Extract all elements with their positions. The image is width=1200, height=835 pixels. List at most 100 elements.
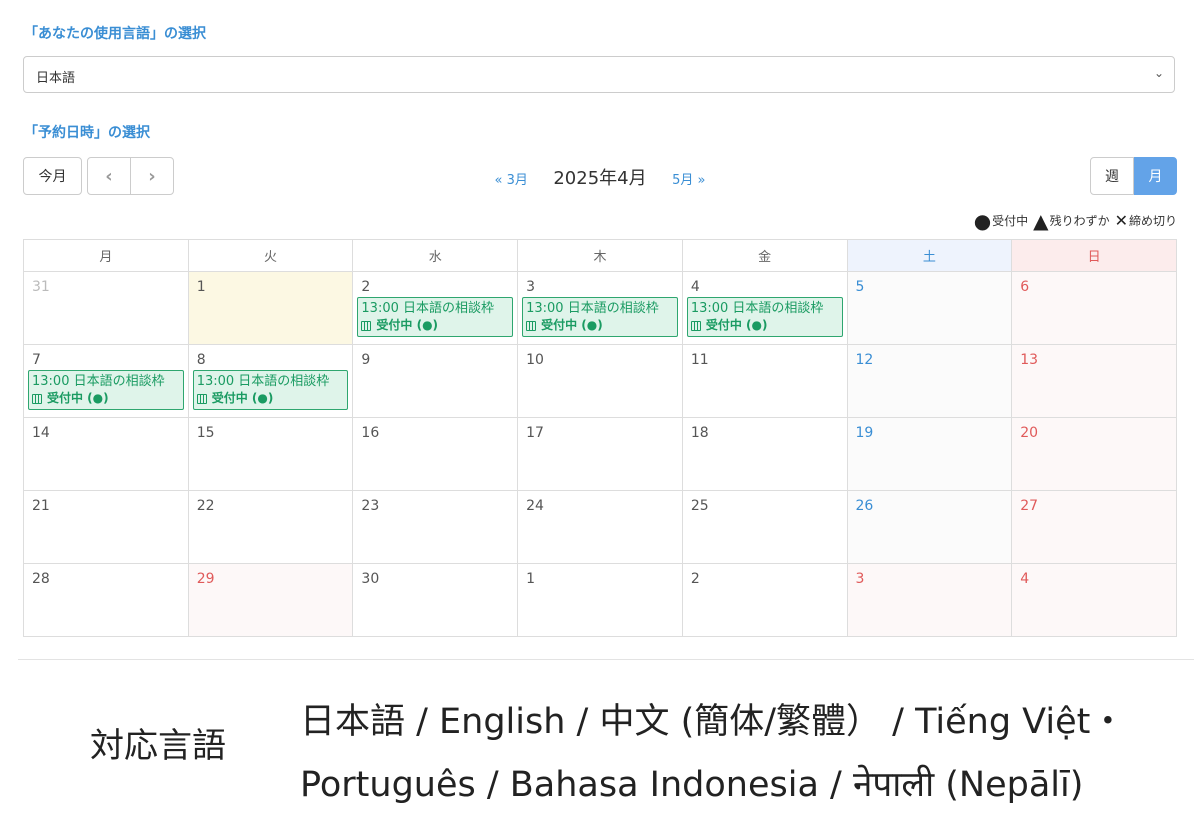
triangle-icon: ▲	[1033, 208, 1049, 233]
month-view-button[interactable]: 月	[1134, 157, 1177, 195]
day-number: 6	[1020, 279, 1030, 295]
day-number: 15	[196, 425, 215, 441]
consultation-slot-event[interactable]: 13:00 日本語の相談枠 受付中 (●)	[357, 297, 514, 337]
day-number: 4	[690, 279, 700, 295]
day-number: 22	[196, 498, 215, 514]
day-number: 16	[361, 425, 380, 441]
event-status: 受付中 (●)	[705, 318, 768, 332]
day-cell-saturday[interactable]: 12	[846, 344, 1013, 418]
day-cell-sunday[interactable]: 13	[1011, 344, 1177, 418]
consultation-slot-event[interactable]: 13:00 日本語の相談枠 受付中 (●)	[686, 297, 843, 337]
consultation-slot-event[interactable]: 13:00 日本語の相談枠 受付中 (●)	[522, 297, 678, 337]
day-cell-today[interactable]: 1	[187, 271, 354, 345]
chevron-down-icon: ⌄	[1153, 66, 1164, 80]
legend-label-open: 受付中	[992, 214, 1029, 228]
day-cell[interactable]: 9	[352, 344, 519, 418]
day-number: 13	[1020, 352, 1039, 368]
day-number: 9	[361, 352, 371, 368]
event-title: 13:00 日本語の相談枠	[690, 301, 824, 316]
event-title: 13:00 日本語の相談枠	[361, 301, 495, 316]
day-number: 2	[361, 279, 371, 295]
day-number: 29	[196, 571, 215, 587]
calendar-icon	[196, 393, 207, 404]
day-cell[interactable]: 15	[187, 417, 354, 491]
supported-languages-line-2: Português / Bahasa Indonesia / नेपाली (N…	[300, 765, 1084, 805]
language-select-value: 日本語	[36, 71, 76, 86]
weekday-header-sunday: 日	[1011, 239, 1177, 272]
language-select[interactable]: 日本語 ⌄	[23, 56, 1175, 93]
day-cell-sunday[interactable]: 4	[1011, 563, 1177, 637]
day-number: 14	[32, 425, 50, 441]
day-cell-sunday[interactable]: 6	[1011, 271, 1177, 345]
event-status: 受付中 (●)	[211, 391, 274, 405]
consultation-slot-event[interactable]: 13:00 日本語の相談枠 受付中 (●)	[192, 370, 349, 410]
day-cell[interactable]: 18	[681, 417, 848, 491]
divider	[18, 659, 1194, 660]
day-cell[interactable]: 4 13:00 日本語の相談枠 受付中 (●)	[681, 271, 848, 345]
day-cell[interactable]: 11	[681, 344, 848, 418]
day-cell[interactable]: 24	[517, 490, 683, 564]
day-number: 10	[526, 352, 544, 368]
day-cell-saturday-holiday[interactable]: 3	[846, 563, 1013, 637]
day-number: 11	[690, 352, 709, 368]
day-number: 17	[526, 425, 544, 441]
day-cell[interactable]: 30	[352, 563, 519, 637]
day-cell[interactable]: 17	[517, 417, 683, 491]
day-number: 5	[855, 279, 865, 295]
month-calendar: 月 火 水 木 金 土 日 31 1 2 13:00 日本語の相談枠 受付中 (…	[23, 239, 1177, 637]
legend-label-closed: 締め切り	[1128, 214, 1177, 228]
day-number: 19	[855, 425, 874, 441]
day-number: 2	[690, 571, 700, 587]
day-number: 3	[855, 571, 865, 587]
week-view-button[interactable]: 週	[1090, 157, 1134, 195]
calendar-icon	[690, 320, 701, 331]
language-section-label: 「あなたの使用言語」の選択	[24, 26, 206, 42]
consultation-slot-event[interactable]: 13:00 日本語の相談枠 受付中 (●)	[28, 370, 184, 410]
day-cell[interactable]: 31	[23, 271, 189, 345]
day-number: 8	[196, 352, 206, 368]
circle-icon: ●	[973, 208, 992, 233]
day-cell[interactable]: 28	[23, 563, 189, 637]
day-cell[interactable]: 22	[187, 490, 354, 564]
day-cell[interactable]: 14	[23, 417, 189, 491]
day-cell[interactable]: 10	[517, 344, 683, 418]
calendar-icon	[526, 320, 537, 331]
next-month-link[interactable]: 5月 »	[672, 173, 705, 188]
weekday-header-saturday: 土	[846, 239, 1013, 272]
day-cell[interactable]: 2	[681, 563, 848, 637]
day-number: 1	[526, 571, 536, 587]
calendar-icon	[32, 393, 42, 404]
day-cell[interactable]: 25	[681, 490, 848, 564]
day-cell-sunday[interactable]: 20	[1011, 417, 1177, 491]
day-cell-saturday[interactable]: 19	[846, 417, 1013, 491]
day-cell[interactable]: 21	[23, 490, 189, 564]
event-status: 受付中 (●)	[376, 318, 439, 332]
day-cell[interactable]: 3 13:00 日本語の相談枠 受付中 (●)	[517, 271, 683, 345]
supported-languages-line-1: 日本語 / English / 中文 (簡体/繁體） / Tiếng Việt・	[300, 702, 1126, 742]
day-cell-sunday[interactable]: 27	[1011, 490, 1177, 564]
day-number: 31	[32, 279, 50, 295]
event-title: 13:00 日本語の相談枠	[196, 374, 330, 389]
supported-languages-label: 対応言語	[90, 726, 226, 766]
day-number: 21	[32, 498, 50, 514]
prev-month-link[interactable]: « 3月	[495, 173, 528, 188]
day-cell[interactable]: 1	[517, 563, 683, 637]
day-cell-saturday[interactable]: 26	[846, 490, 1013, 564]
day-number: 25	[690, 498, 709, 514]
day-cell-holiday[interactable]: 29	[187, 563, 354, 637]
calendar-icon	[361, 320, 372, 331]
day-cell[interactable]: 7 13:00 日本語の相談枠 受付中 (●)	[23, 344, 189, 418]
day-cell[interactable]: 16	[352, 417, 519, 491]
day-cell[interactable]: 23	[352, 490, 519, 564]
weekday-header: 月	[23, 239, 189, 272]
day-cell[interactable]: 2 13:00 日本語の相談枠 受付中 (●)	[352, 271, 519, 345]
day-cell[interactable]: 8 13:00 日本語の相談枠 受付中 (●)	[187, 344, 354, 418]
day-number: 30	[361, 571, 380, 587]
reservation-section-label: 「予約日時」の選択	[24, 125, 150, 141]
day-number: 4	[1020, 571, 1030, 587]
weekday-header: 金	[681, 239, 848, 272]
day-number: 3	[526, 279, 536, 295]
status-legend: ● 受付中 ▲ 残りわずか ✕ 締め切り	[973, 208, 1177, 233]
day-cell-saturday[interactable]: 5	[846, 271, 1013, 345]
weekday-header: 水	[352, 239, 519, 272]
